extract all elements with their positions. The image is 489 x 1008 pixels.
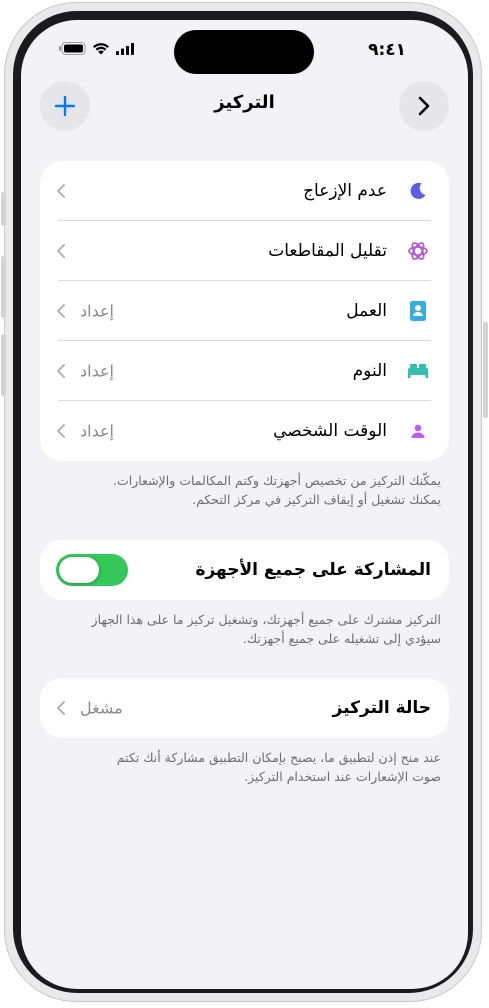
wifi-icon <box>93 43 109 55</box>
side-power-button <box>483 322 488 418</box>
battery-icon <box>59 42 86 55</box>
setup-value: إعداد <box>80 301 114 321</box>
focus-item-label: العمل <box>346 301 387 321</box>
moon-icon <box>407 180 429 202</box>
chevron-left-icon <box>57 304 65 318</box>
focus-status-label: حالة التركيز <box>332 698 431 718</box>
cellular-signal-icon <box>116 42 134 55</box>
footnote-line: صوت الإشعارات عند استخدام التركيز. <box>244 769 441 784</box>
footnote-line: التركيز مشترك على جميع أجهزتك، وتشغيل تر… <box>91 612 441 627</box>
screen: ٩:٤١ التركيز عدم الإزعاج تقليل المقاطعات… <box>21 20 468 989</box>
focus-footnote: يمكّنك التركيز من تخصيص أجهزتك وكتم المك… <box>49 471 441 509</box>
footnote-line: سيؤدي إلى تشغيله على جميع أجهزتك. <box>242 631 441 646</box>
chevron-left-icon <box>57 701 65 715</box>
chevron-right-icon <box>418 96 430 116</box>
focus-status-group: حالة التركيز مشغل <box>40 678 449 738</box>
footnote-line: يمكنك تشغيل أو إيقاف التركيز في مركز الت… <box>192 492 441 507</box>
chevron-left-icon <box>57 364 65 378</box>
reduce-interruptions-icon <box>407 240 429 262</box>
share-footnote: التركيز مشترك على جميع أجهزتك، وتشغيل تر… <box>49 610 441 648</box>
focus-item-label: تقليل المقاطعات <box>268 241 387 261</box>
focus-modes-list: عدم الإزعاج تقليل المقاطعات العمل إعداد … <box>40 161 449 461</box>
work-badge-icon <box>407 300 429 322</box>
share-across-devices-label: المشاركة على جميع الأجهزة <box>195 560 431 580</box>
action-button <box>1 192 6 226</box>
volume-up-button <box>1 256 6 318</box>
setup-value: إعداد <box>80 421 114 441</box>
toggle-knob <box>59 557 99 583</box>
focus-status-footnote: عند منح إذن لتطبيق ما، يصبح بإمكان التطب… <box>49 748 441 786</box>
status-time: ٩:٤١ <box>368 40 406 60</box>
focus-item-do-not-disturb[interactable]: عدم الإزعاج <box>40 161 449 221</box>
status-icons <box>59 42 134 55</box>
back-button[interactable] <box>399 81 449 131</box>
share-across-devices-row: المشاركة على جميع الأجهزة <box>40 540 449 600</box>
dynamic-island <box>174 30 314 74</box>
focus-item-label: عدم الإزعاج <box>303 181 387 201</box>
focus-item-label: الوقت الشخصي <box>273 421 387 441</box>
focus-status-value: مشغل <box>80 698 123 718</box>
share-across-devices-group: المشاركة على جميع الأجهزة <box>40 540 449 600</box>
share-across-devices-toggle[interactable] <box>56 554 128 586</box>
bed-icon <box>407 360 429 382</box>
footnote-line: يمكّنك التركيز من تخصيص أجهزتك وكتم المك… <box>113 473 441 488</box>
focus-item-reduce-interruptions[interactable]: تقليل المقاطعات <box>40 221 449 281</box>
footnote-line: عند منح إذن لتطبيق ما، يصبح بإمكان التطب… <box>116 750 441 765</box>
focus-item-label: النوم <box>352 361 387 381</box>
setup-value: إعداد <box>80 361 114 381</box>
chevron-left-icon <box>57 184 65 198</box>
focus-item-sleep[interactable]: النوم إعداد <box>40 341 449 401</box>
person-icon <box>407 420 429 442</box>
volume-down-button <box>1 334 6 396</box>
focus-item-personal[interactable]: الوقت الشخصي إعداد <box>40 401 449 461</box>
focus-status-row[interactable]: حالة التركيز مشغل <box>40 678 449 738</box>
chevron-left-icon <box>57 244 65 258</box>
chevron-left-icon <box>57 424 65 438</box>
focus-item-work[interactable]: العمل إعداد <box>40 281 449 341</box>
